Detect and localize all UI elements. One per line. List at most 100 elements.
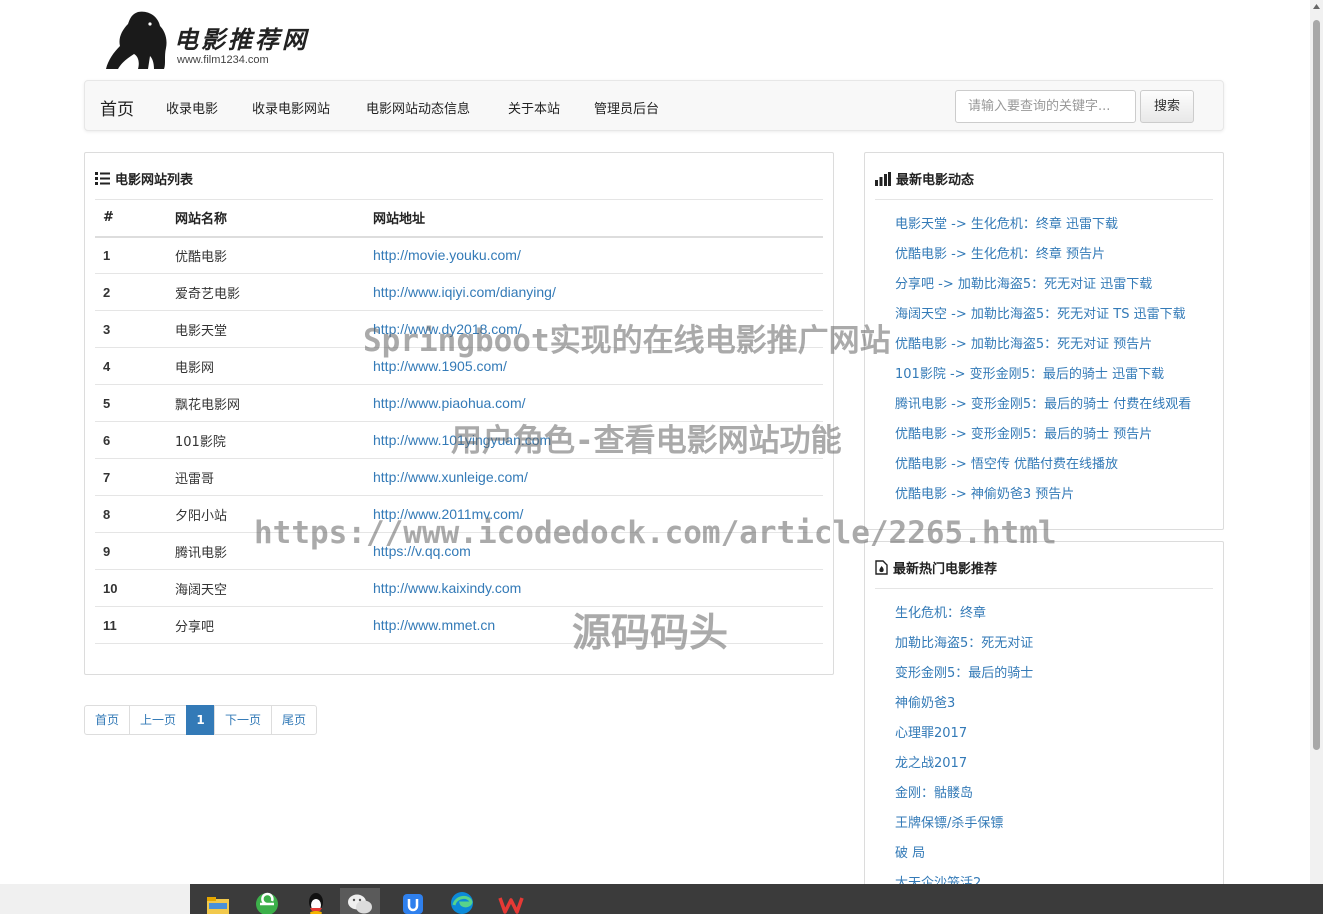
row-num: 6 — [95, 421, 167, 459]
wechat-icon[interactable] — [340, 888, 380, 914]
table-row: 1 优酷电影 http://movie.youku.com/ — [95, 236, 823, 274]
table-row: 3 电影天堂 http://www.dy2018.com/ — [95, 310, 823, 348]
row-site-url-link[interactable]: http://movie.youku.com/ — [365, 236, 823, 274]
row-site-url-link[interactable]: http://www.2011mv.com/ — [365, 495, 823, 533]
hot-divider — [875, 588, 1213, 589]
search-input[interactable] — [955, 90, 1136, 123]
row-site-url-link[interactable]: https://v.qq.com — [365, 532, 823, 570]
hot-title-text: 最新热门电影推荐 — [893, 562, 998, 577]
nav-item-about[interactable]: 关于本站 — [508, 98, 560, 117]
news-item-link[interactable]: 101影院 -> 变形金刚5：最后的骑士 迅雷下载 — [895, 360, 1191, 390]
site-table: # 网站名称 网站地址 1 优酷电影 http://movie.youku.com/… — [95, 199, 823, 644]
nav-item-movie-sites[interactable]: 收录电影网站 — [252, 98, 330, 117]
hot-movies-panel: 最新热门电影推荐 生化危机：终章 加勒比海盗5：死无对证 变形金刚5：最后的骑士 神偷… — [864, 541, 1224, 901]
site-list-title: 电影网站列表 — [95, 169, 193, 188]
hot-movie-link[interactable]: 加勒比海盗5：死无对证 — [895, 629, 1033, 659]
page-next-button[interactable]: 下一页 — [214, 705, 272, 735]
hot-title: 最新热门电影推荐 — [875, 558, 997, 577]
hot-movie-link[interactable]: 神偷奶爸3 — [895, 689, 1033, 719]
hot-movie-link[interactable]: 破 局 — [895, 839, 1033, 869]
row-site-url-link[interactable]: http://www.piaohua.com/ — [365, 384, 823, 422]
row-site-url-link[interactable]: http://www.101yingyuan.com — [365, 421, 823, 459]
news-item-link[interactable]: 优酷电影 -> 变形金刚5：最后的骑士 预告片 — [895, 420, 1191, 450]
gorilla-icon — [106, 11, 167, 69]
table-row: 5 飘花电影网 http://www.piaohua.com/ — [95, 384, 823, 422]
search-button[interactable]: 搜索 — [1140, 90, 1194, 123]
col-header-name: 网站名称 — [167, 199, 365, 238]
hot-movie-link[interactable]: 变形金刚5：最后的骑士 — [895, 659, 1033, 689]
file-explorer-icon[interactable] — [198, 888, 238, 914]
row-num: 5 — [95, 384, 167, 422]
news-item-link[interactable]: 分享吧 -> 加勒比海盗5：死无对证 迅雷下载 — [895, 270, 1191, 300]
news-item-link[interactable]: 腾讯电影 -> 变形金刚5：最后的骑士 付费在线观看 — [895, 390, 1191, 420]
row-num: 11 — [95, 606, 167, 644]
table-row: 10 海阔天空 http://www.kaixindy.com — [95, 569, 823, 607]
news-title-text: 最新电影动态 — [896, 173, 975, 188]
edge-icon[interactable] — [442, 888, 482, 914]
col-header-url: 网站地址 — [365, 199, 823, 238]
page-current[interactable]: 1 — [186, 705, 215, 735]
row-site-name: 夕阳小站 — [167, 495, 365, 533]
page-first-button[interactable]: 首页 — [84, 705, 130, 735]
row-site-name: 迅雷哥 — [167, 458, 365, 496]
row-num: 2 — [95, 273, 167, 311]
row-site-name: 爱奇艺电影 — [167, 273, 365, 311]
bar-chart-icon — [875, 171, 891, 186]
row-site-name: 腾讯电影 — [167, 532, 365, 570]
fire-document-icon — [875, 560, 888, 575]
table-row: 11 分享吧 http://www.mmet.cn — [95, 606, 823, 644]
row-site-url-link[interactable]: http://www.mmet.cn — [365, 606, 823, 644]
page-scrollbar[interactable] — [1310, 0, 1323, 884]
qq-icon[interactable] — [296, 888, 336, 914]
row-site-name: 飘花电影网 — [167, 384, 365, 422]
nav-home[interactable]: 首页 — [100, 95, 134, 120]
news-item-link[interactable]: 海阔天空 -> 加勒比海盗5：死无对证 TS 迅雷下载 — [895, 300, 1191, 330]
site-logo[interactable]: 电影推荐网 www.film1234.com — [104, 8, 324, 72]
uu-icon[interactable] — [393, 888, 433, 914]
table-row: 8 夕阳小站 http://www.2011mv.com/ — [95, 495, 823, 533]
news-item-link[interactable]: 优酷电影 -> 生化危机：终章 预告片 — [895, 240, 1191, 270]
table-header-row: # 网站名称 网站地址 — [95, 199, 823, 238]
pagination: 首页 上一页 1 下一页 尾页 — [84, 705, 317, 735]
taskbar-apps-area — [190, 884, 1323, 914]
wps-icon[interactable] — [491, 888, 531, 914]
col-header-num: # — [95, 199, 167, 238]
site-list-title-text: 电影网站列表 — [115, 173, 194, 188]
row-num: 1 — [95, 236, 167, 274]
news-list: 电影天堂 -> 生化危机：终章 迅雷下载 优酷电影 -> 生化危机：终章 预告片分… — [895, 210, 1191, 510]
row-site-url-link[interactable]: http://www.dy2018.com/ — [365, 310, 823, 348]
row-site-name: 101影院 — [167, 421, 365, 459]
news-item-link[interactable]: 优酷电影 -> 神偷奶爸3 预告片 — [895, 480, 1191, 510]
logo-url: www.film1234.com — [177, 54, 269, 66]
news-panel: 最新电影动态 电影天堂 -> 生化危机：终章 迅雷下载 优酷电影 -> 生化危机：… — [864, 152, 1224, 530]
scroll-up-arrow-icon[interactable] — [1312, 2, 1321, 11]
news-item-link[interactable]: 优酷电影 -> 悟空传 优酷付费在线播放 — [895, 450, 1191, 480]
row-site-url-link[interactable]: http://www.iqiyi.com/dianying/ — [365, 273, 823, 311]
hot-movie-link[interactable]: 龙之战2017 — [895, 749, 1033, 779]
row-num: 9 — [95, 532, 167, 570]
table-row: 9 腾讯电影 https://v.qq.com — [95, 532, 823, 570]
browser-360-icon[interactable] — [247, 888, 287, 914]
news-title: 最新电影动态 — [875, 169, 974, 188]
news-item-link[interactable]: 优酷电影 -> 加勒比海盗5：死无对证 预告片 — [895, 330, 1191, 360]
hot-movie-link[interactable]: 金刚：骷髅岛 — [895, 779, 1033, 809]
row-site-name: 优酷电影 — [167, 236, 365, 274]
news-item-link[interactable]: 电影天堂 -> 生化危机：终章 迅雷下载 — [895, 210, 1191, 240]
row-site-url-link[interactable]: http://www.xunleige.com/ — [365, 458, 823, 496]
row-site-url-link[interactable]: http://www.kaixindy.com — [365, 569, 823, 607]
nav-item-movies[interactable]: 收录电影 — [166, 98, 218, 117]
row-site-name: 海阔天空 — [167, 569, 365, 607]
row-num: 10 — [95, 569, 167, 607]
row-site-name: 电影网 — [167, 347, 365, 385]
scrollbar-thumb[interactable] — [1313, 20, 1320, 750]
row-site-url-link[interactable]: http://www.1905.com/ — [365, 347, 823, 385]
hot-movie-link[interactable]: 心理罪2017 — [895, 719, 1033, 749]
page-last-button[interactable]: 尾页 — [271, 705, 317, 735]
hot-movie-link[interactable]: 生化危机：终章 — [895, 599, 1033, 629]
news-divider — [875, 199, 1213, 200]
page-prev-button[interactable]: 上一页 — [129, 705, 187, 735]
table-row: 2 爱奇艺电影 http://www.iqiyi.com/dianying/ — [95, 273, 823, 311]
nav-item-admin[interactable]: 管理员后台 — [594, 98, 659, 117]
nav-item-site-news[interactable]: 电影网站动态信息 — [366, 98, 470, 117]
hot-movie-link[interactable]: 王牌保镖/杀手保镖 — [895, 809, 1033, 839]
